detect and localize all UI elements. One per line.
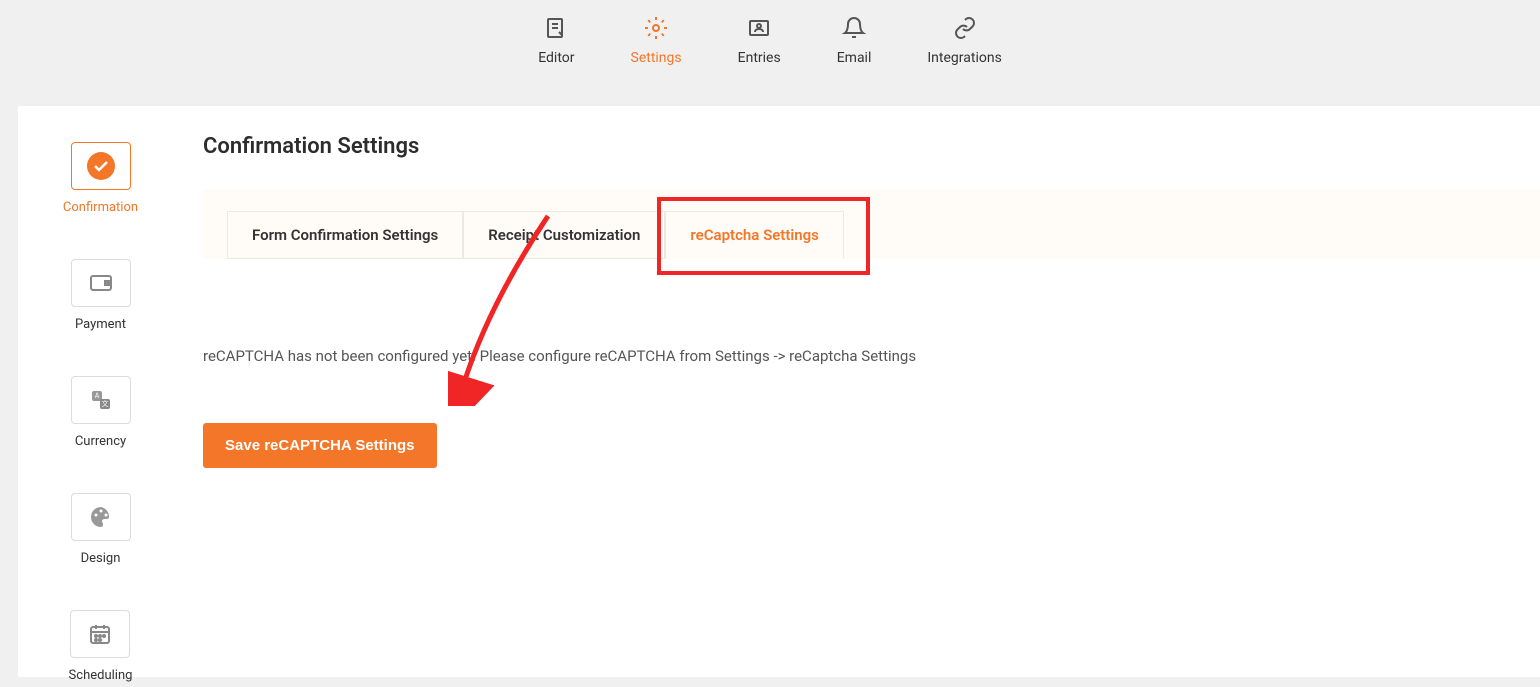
settings-icon <box>644 16 668 40</box>
tab-recaptcha-settings[interactable]: reCaptcha Settings <box>665 211 843 259</box>
nav-label: Settings <box>631 50 682 66</box>
save-recaptcha-button[interactable]: Save reCAPTCHA Settings <box>203 423 437 468</box>
sidebar-item-currency[interactable]: A 文 Currency <box>71 376 131 449</box>
sidebar-item-confirmation[interactable]: Confirmation <box>63 142 138 215</box>
sidebar: Confirmation Payment A 文 Curr <box>18 106 183 677</box>
nav-item-settings[interactable]: Settings <box>631 16 682 66</box>
sidebar-label: Currency <box>75 434 126 449</box>
palette-icon <box>71 493 131 541</box>
sidebar-label: Confirmation <box>63 200 138 215</box>
tabs-row: Form Confirmation Settings Receipt Custo… <box>203 189 1540 259</box>
tab-panel: Form Confirmation Settings Receipt Custo… <box>203 189 1540 259</box>
page-title: Confirmation Settings <box>203 134 1540 159</box>
tab-form-confirmation[interactable]: Form Confirmation Settings <box>227 211 463 259</box>
recaptcha-notice: reCAPTCHA has not been configured yet! P… <box>203 347 1540 365</box>
nav-label: Editor <box>538 50 574 66</box>
sidebar-item-payment[interactable]: Payment <box>71 259 131 332</box>
currency-icon: A 文 <box>71 376 131 424</box>
check-icon <box>71 142 131 190</box>
entries-icon <box>747 16 771 40</box>
nav-item-email[interactable]: Email <box>837 16 872 66</box>
editor-icon <box>544 16 568 40</box>
integrations-icon <box>953 16 977 40</box>
content: Confirmation Settings Form Confirmation … <box>183 106 1540 677</box>
nav-item-entries[interactable]: Entries <box>738 16 781 66</box>
sidebar-label: Design <box>81 551 121 566</box>
nav-item-integrations[interactable]: Integrations <box>927 16 1001 66</box>
calendar-icon <box>70 610 130 658</box>
main-wrapper: Confirmation Payment A 文 Curr <box>18 106 1540 677</box>
wallet-icon <box>71 259 131 307</box>
email-icon <box>842 16 866 40</box>
tab-content: reCAPTCHA has not been configured yet! P… <box>203 259 1540 468</box>
svg-text:文: 文 <box>101 399 108 408</box>
top-nav: Editor Settings Entries Email <box>0 0 1540 106</box>
nav-item-editor[interactable]: Editor <box>538 16 574 66</box>
tab-receipt-customization[interactable]: Receipt Customization <box>463 211 665 259</box>
nav-label: Integrations <box>927 50 1001 66</box>
nav-label: Email <box>837 50 872 66</box>
sidebar-item-design[interactable]: Design <box>71 493 131 566</box>
sidebar-item-scheduling[interactable]: Scheduling <box>69 610 133 683</box>
sidebar-label: Payment <box>75 317 126 332</box>
sidebar-label: Scheduling <box>69 668 133 683</box>
nav-label: Entries <box>738 50 781 66</box>
svg-text:A: A <box>94 392 99 400</box>
